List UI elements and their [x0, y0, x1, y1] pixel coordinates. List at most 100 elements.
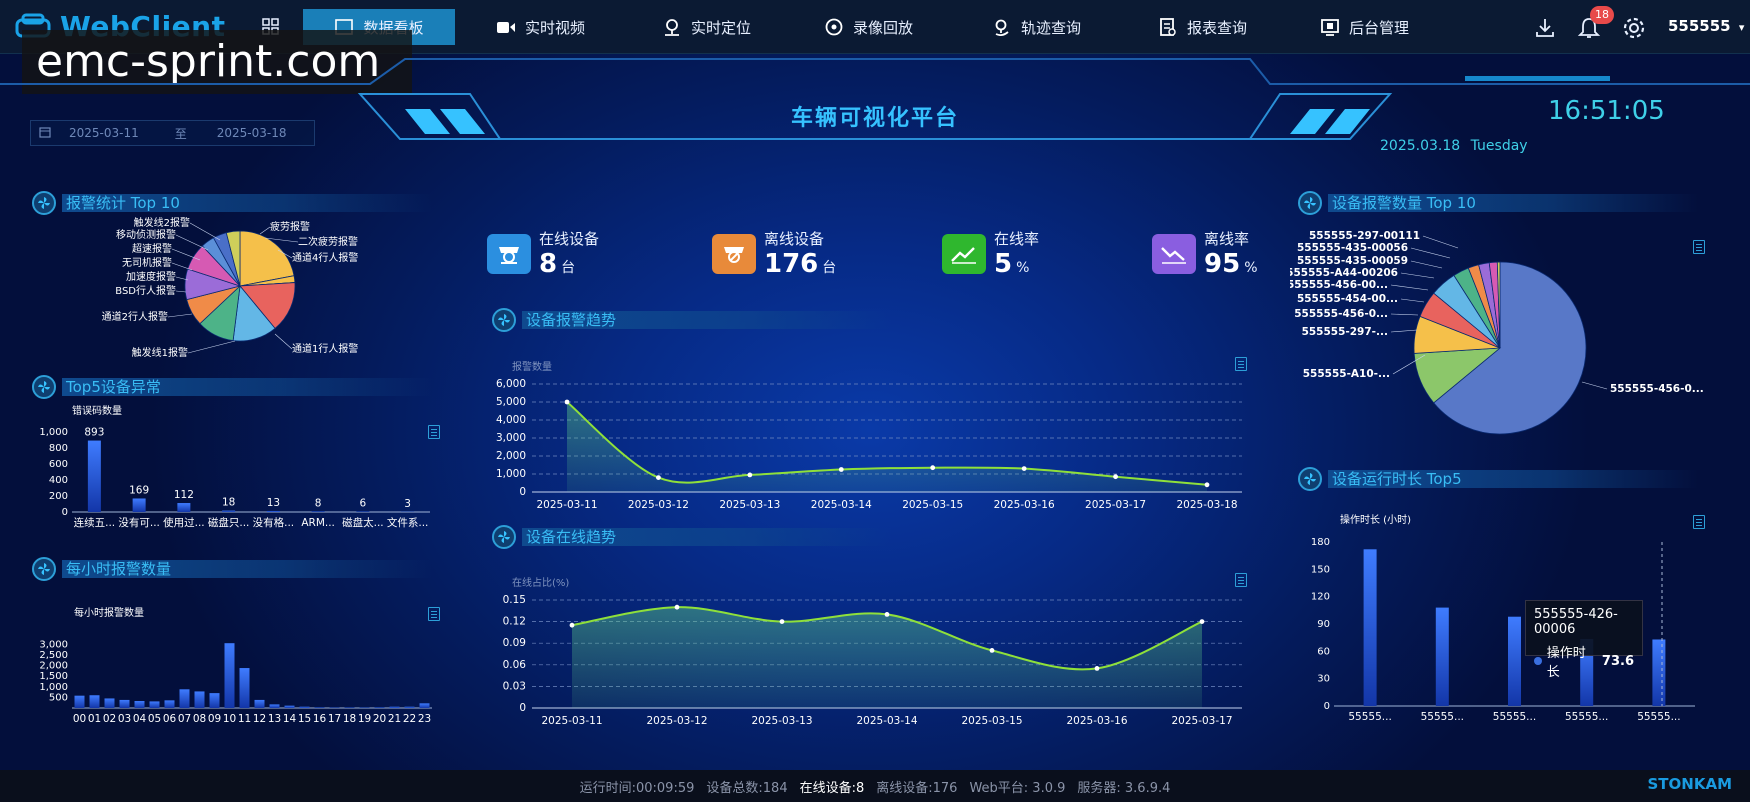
data-point	[838, 467, 844, 472]
x-tick-label: 01	[88, 713, 101, 725]
kpi-unit: 台	[822, 260, 837, 276]
bar	[1435, 607, 1449, 706]
x-tick-label: 2025-03-17	[1171, 715, 1232, 727]
clock-date: 2025.03.18 Tuesday	[1380, 138, 1528, 154]
date-range-picker[interactable]: 2025-03-11 至 2025-03-18	[30, 120, 315, 146]
x-tick-label: 55555...	[1637, 711, 1680, 723]
bar	[404, 706, 415, 708]
video-icon	[497, 22, 515, 33]
pie-leader-line	[1390, 284, 1429, 291]
pie-leader-line	[167, 313, 193, 318]
data-point	[1094, 666, 1100, 671]
download-icon[interactable]	[1534, 17, 1556, 43]
nav-item-label: 实时视频	[525, 18, 586, 37]
x-tick-label: 磁盘只...	[208, 516, 250, 529]
nav-item-playback[interactable]: 录像回放	[812, 9, 925, 45]
bar	[104, 698, 115, 708]
bar	[1652, 639, 1666, 706]
pie-label: 555555-456-0...	[1610, 383, 1704, 395]
data-point	[1204, 482, 1210, 488]
x-tick-label: 使用过...	[163, 516, 205, 529]
bar	[179, 689, 190, 708]
nav-item-report-query[interactable]: 报表查询	[1146, 9, 1259, 45]
alarm-trend-area-chart: 报警数量 0 1,000 2,000 3,000 4,000 5,000 6,000 2025-…	[496, 360, 1242, 511]
pie-label: BSD行人报警	[115, 284, 176, 297]
pie-label: 加速度报警	[126, 270, 176, 283]
brand-logo: STONKAM	[1647, 775, 1733, 793]
pie-leader-line	[259, 226, 271, 235]
tooltip-value: 73.6	[1601, 653, 1634, 669]
x-tick-label: 07	[178, 713, 191, 725]
section-device-alarm-top10: 设备报警数量 Top 10	[1298, 191, 1698, 215]
bar-value-label: 6	[360, 498, 367, 510]
section-top5-abnormal: Top5设备异常	[32, 375, 432, 399]
y-tick-label: 5,000	[496, 396, 526, 408]
x-tick-label: 2025-03-15	[961, 715, 1022, 727]
pie-label: 555555-297-00111	[1309, 230, 1420, 242]
settings-gear-icon[interactable]	[1622, 16, 1646, 44]
kpi-value: 176	[764, 249, 819, 279]
section-title: 报警统计 Top 10	[62, 194, 432, 212]
report-icon	[1160, 18, 1176, 36]
playback-icon	[825, 18, 843, 36]
pie-leader-line	[1400, 272, 1435, 279]
kpi-unit: %	[1016, 260, 1030, 276]
kpi-online-devices: 在线设备 8台	[487, 228, 599, 279]
x-tick-label: 02	[103, 713, 116, 725]
x-tick-label: 2025-03-14	[856, 715, 917, 727]
bar	[177, 503, 191, 512]
username-menu[interactable]: 555555 ▾	[1668, 17, 1744, 35]
nav-item-label: 实时定位	[691, 18, 752, 37]
kpi-value: 5	[994, 249, 1013, 279]
x-tick-label: 17	[328, 713, 341, 725]
kpi-unit: %	[1244, 260, 1258, 276]
nav-item-live-video[interactable]: 实时视频	[484, 9, 597, 45]
username: 555555	[1668, 17, 1731, 35]
data-point	[747, 472, 753, 478]
range-start-input[interactable]: 2025-03-11	[69, 126, 139, 140]
kpi-value: 8	[539, 249, 558, 279]
weekday-value: Tuesday	[1470, 138, 1528, 154]
nav-item-admin[interactable]: 后台管理	[1308, 9, 1421, 45]
axis-label: 操作时长 (小时)	[1340, 513, 1411, 526]
fan-icon	[492, 308, 516, 332]
fan-icon	[1298, 191, 1322, 215]
pie-leader-line	[175, 290, 187, 293]
nav-item-track-query[interactable]: 轨迹查询	[980, 9, 1093, 45]
kpi-online-rate: 在线率 5%	[942, 228, 1039, 279]
bar	[266, 510, 280, 512]
section-title: Top5设备异常	[62, 378, 432, 396]
footer-web-version: Web平台: 3.0.9	[969, 780, 1066, 796]
pie-leader-line	[1581, 381, 1608, 390]
x-tick-label: 2025-03-13	[751, 715, 812, 727]
data-point	[1021, 466, 1027, 471]
x-tick-label: 09	[208, 713, 221, 725]
data-point	[656, 475, 661, 480]
kpi-label: 在线率	[994, 230, 1040, 248]
status-footer: 运行时间:00:09:59 设备总数:184 在线设备:8 离线设备:176 W…	[0, 770, 1750, 802]
footer-server-version: 服务器: 3.6.9.4	[1077, 780, 1171, 796]
y-tick-label: 6,000	[496, 378, 526, 390]
data-point	[569, 622, 575, 628]
data-point	[674, 604, 680, 610]
section-title: 每小时报警数量	[62, 560, 432, 578]
bar	[254, 699, 265, 708]
x-tick-label: 11	[238, 713, 251, 725]
date-value: 2025.03.18	[1380, 138, 1461, 154]
x-tick-label: 05	[148, 713, 161, 725]
pie-label: 555555-456-0...	[1294, 308, 1388, 320]
trend-up-icon	[942, 233, 986, 274]
nav-item-label: 轨迹查询	[1021, 18, 1082, 37]
x-tick-label: 55555...	[1348, 711, 1391, 723]
nav-item-live-location[interactable]: 实时定位	[650, 9, 763, 45]
notification-count-badge: 18	[1590, 6, 1614, 24]
pie-label: 触发线1报警	[132, 346, 188, 359]
admin-icon	[1321, 19, 1339, 36]
range-end-input[interactable]: 2025-03-18	[217, 126, 287, 140]
x-tick-label: 2025-03-16	[994, 499, 1055, 511]
pie-leader-line	[1390, 329, 1418, 333]
y-tick-label: 0	[62, 507, 68, 518]
bar	[74, 695, 85, 708]
x-tick-label: 2025-03-17	[1085, 499, 1146, 511]
y-tick-label: 500	[49, 692, 68, 703]
